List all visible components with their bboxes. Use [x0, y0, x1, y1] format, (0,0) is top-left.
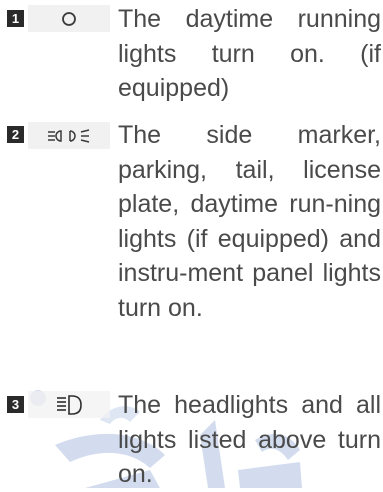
- icon-box: [28, 391, 110, 418]
- icon-box: [28, 122, 110, 149]
- headlight-icon: [57, 394, 82, 415]
- icon-box: [28, 5, 110, 32]
- side-marker-lights-icon: [48, 128, 90, 143]
- circle-icon: [62, 11, 76, 26]
- item-number-badge: 2: [7, 126, 24, 143]
- item-description: The daytime running lights turn on. (if …: [118, 5, 381, 102]
- item-description: The headlights and all lights listed abo…: [118, 391, 381, 488]
- item-number-badge: 1: [7, 10, 24, 27]
- item-number-badge: 3: [7, 396, 24, 413]
- item-description: The side marker, parking, tail, license …: [118, 121, 381, 322]
